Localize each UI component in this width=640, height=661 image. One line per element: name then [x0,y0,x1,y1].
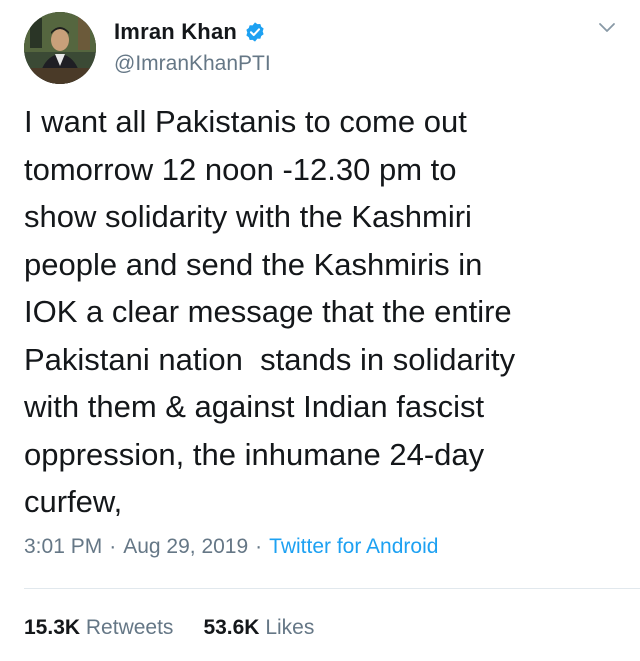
avatar-photo [24,12,96,84]
retweets-label: Retweets [85,616,174,639]
handle[interactable]: @ImranKhanPTI [114,52,271,76]
chevron-down-icon[interactable] [596,16,618,38]
avatar[interactable] [24,12,96,84]
likes-count: 53.6K [203,616,260,639]
display-name-row: Imran Khan [114,18,271,46]
meta-separator: · [109,535,117,558]
tweet-text: I want all Pakistanis to come out tomorr… [24,104,516,519]
tweet-header: Imran Khan @ImranKhanPTI [24,12,624,84]
display-name[interactable]: Imran Khan [114,19,237,45]
tweet-stats: 15.3K Retweets 53.6K Likes [24,616,314,640]
likes-stat[interactable]: 53.6K Likes [203,616,314,639]
tweet-date[interactable]: Aug 29, 2019 [123,535,248,558]
meta-separator: · [255,535,263,558]
divider [24,588,640,589]
tweet-detail: Imran Khan @ImranKhanPTI I want all Paki… [0,0,640,661]
retweets-stat[interactable]: 15.3K Retweets [24,616,173,639]
retweets-count: 15.3K [24,616,81,639]
tweet-metadata: 3:01 PM · Aug 29, 2019 · Twitter for Android [24,535,438,559]
tweet-time[interactable]: 3:01 PM [24,535,102,558]
verified-badge-icon [244,21,266,43]
tweet-source-link[interactable]: Twitter for Android [269,535,438,558]
likes-label: Likes [265,616,315,639]
author-names: Imran Khan @ImranKhanPTI [114,18,271,76]
